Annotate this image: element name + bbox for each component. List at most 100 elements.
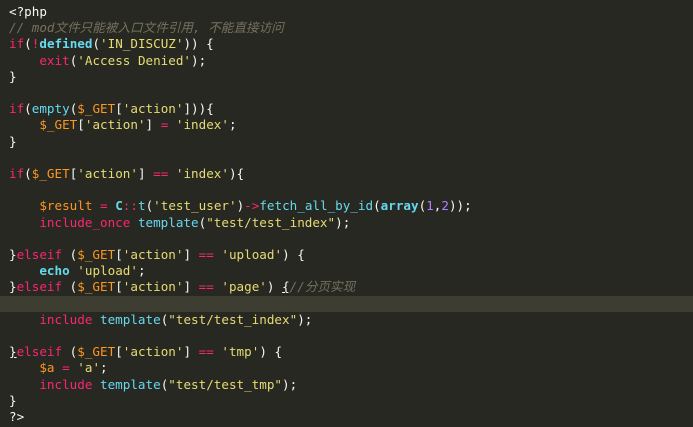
code-line[interactable]: echo 'upload'; xyxy=(9,263,693,279)
code-function: template xyxy=(100,376,161,392)
code-text: ; xyxy=(100,360,108,376)
code-function: array xyxy=(380,198,419,214)
code-keyword: :: xyxy=(122,198,138,214)
code-text: ){ xyxy=(228,166,245,181)
code-text: ) xyxy=(266,279,283,295)
code-editor[interactable]: <?php// mod文件只能被入口文件引用, 不能直接访问 if(!define… xyxy=(0,0,693,427)
code-keyword: if xyxy=(9,166,25,181)
code-variable: $a xyxy=(39,360,55,376)
code-line[interactable]: } xyxy=(9,134,693,150)
code-keyword: == xyxy=(198,247,214,262)
code-string: 'action' xyxy=(122,344,184,360)
code-text: ] xyxy=(145,117,161,133)
code-function: empty xyxy=(31,101,70,117)
code-line[interactable]: if(empty($_GET['action'])){ xyxy=(9,101,693,117)
code-line[interactable]: }elseif ($_GET['action'] == 'tmp') { xyxy=(9,344,693,360)
code-text: ( xyxy=(24,166,32,181)
code-string: 'index' xyxy=(175,166,229,181)
code-line[interactable]: if(!defined('IN_DISCUZ')) { xyxy=(9,36,693,52)
code-line[interactable]: $a = 'a'; xyxy=(9,360,693,376)
code-function: t xyxy=(137,198,146,214)
code-comment: // mod文件只能被入口文件引用, 不能直接访问 xyxy=(9,20,284,36)
code-text: ; xyxy=(137,263,146,279)
code-number: 1 xyxy=(426,198,434,214)
code-line[interactable]: }elseif ($_GET['action'] == 'upload') { xyxy=(9,247,693,263)
code-line[interactable]: } xyxy=(9,393,693,409)
code-text: ( xyxy=(92,36,101,52)
code-line[interactable] xyxy=(9,182,693,198)
code-line[interactable]: exit('Access Denied'); xyxy=(9,53,693,69)
code-text: )) { xyxy=(183,36,214,52)
code-line[interactable]: include template("test/test_index"); xyxy=(9,312,693,328)
code-string: 'upload' xyxy=(221,247,283,262)
code-line[interactable]: } xyxy=(9,69,693,85)
code-keyword: == xyxy=(153,166,169,181)
code-line[interactable] xyxy=(9,296,693,312)
code-function: template xyxy=(100,311,161,327)
code-variable: $_GET xyxy=(31,166,70,181)
code-text: } xyxy=(9,392,17,408)
code-keyword: = xyxy=(62,360,70,376)
code-string: 'page' xyxy=(221,279,267,295)
code-line[interactable]: // mod文件只能被入口文件引用, 不能直接访问 xyxy=(9,20,693,36)
code-string: 'Access Denied' xyxy=(77,52,192,68)
code-text: ( xyxy=(62,279,78,295)
code-text: ( xyxy=(24,101,32,117)
code-keyword: elseif xyxy=(16,247,63,262)
code-line[interactable]: include template("test/test_tmp"); xyxy=(9,377,693,393)
code-string: 'index' xyxy=(175,117,229,133)
code-line[interactable]: if($_GET['action'] == 'index'){ xyxy=(9,166,693,182)
code-text: [ xyxy=(115,279,123,295)
code-string: 'a' xyxy=(77,360,101,376)
code-string: "test/test_index" xyxy=(168,311,298,327)
code-keyword: include_once xyxy=(39,214,131,230)
code-line[interactable]: include_once template("test/test_index")… xyxy=(9,215,693,231)
code-line[interactable]: $result = C::t('test_user')->fetch_all_b… xyxy=(9,198,693,214)
code-keyword: if xyxy=(9,36,25,52)
code-keyword: if xyxy=(9,101,25,117)
code-string: 'action' xyxy=(84,117,146,133)
code-variable: $_GET xyxy=(39,117,78,133)
code-line[interactable] xyxy=(9,231,693,247)
code-text: ); xyxy=(335,214,351,230)
code-line[interactable]: $_GET['action'] = 'index'; xyxy=(9,117,693,133)
code-line[interactable] xyxy=(9,150,693,166)
code-string: 'action' xyxy=(122,279,184,295)
code-variable: $_GET xyxy=(77,279,116,295)
code-function: defined xyxy=(39,36,93,52)
code-string: 'tmp' xyxy=(221,344,260,360)
code-text: ( xyxy=(62,247,78,262)
code-text: [ xyxy=(77,117,85,133)
code-function: fetch_all_by_id xyxy=(259,198,374,214)
code-line[interactable]: <?php xyxy=(9,4,693,20)
code-line[interactable] xyxy=(9,85,693,101)
code-line[interactable]: }elseif ($_GET['action'] == 'page') {//分… xyxy=(9,279,693,295)
code-keyword: -> xyxy=(244,198,260,214)
code-string: 'action' xyxy=(122,247,184,262)
code-line[interactable]: ?> xyxy=(9,409,693,425)
code-text: } xyxy=(9,133,17,149)
code-text: ])){ xyxy=(183,101,214,117)
code-text: ] xyxy=(137,166,154,181)
code-text: ] xyxy=(183,344,199,360)
code-variable: $_GET xyxy=(77,247,116,262)
code-keyword: include xyxy=(39,311,93,327)
code-number: 2 xyxy=(441,198,449,214)
code-function: echo xyxy=(39,263,70,279)
code-variable: $_GET xyxy=(77,344,116,360)
code-line[interactable] xyxy=(9,328,693,344)
code-keyword: exit xyxy=(39,52,70,68)
code-text: [ xyxy=(115,247,123,262)
code-keyword: = xyxy=(100,198,108,214)
code-text: ; xyxy=(228,117,237,133)
code-keyword: include xyxy=(39,376,93,392)
code-string: 'IN_DISCUZ' xyxy=(100,36,184,52)
